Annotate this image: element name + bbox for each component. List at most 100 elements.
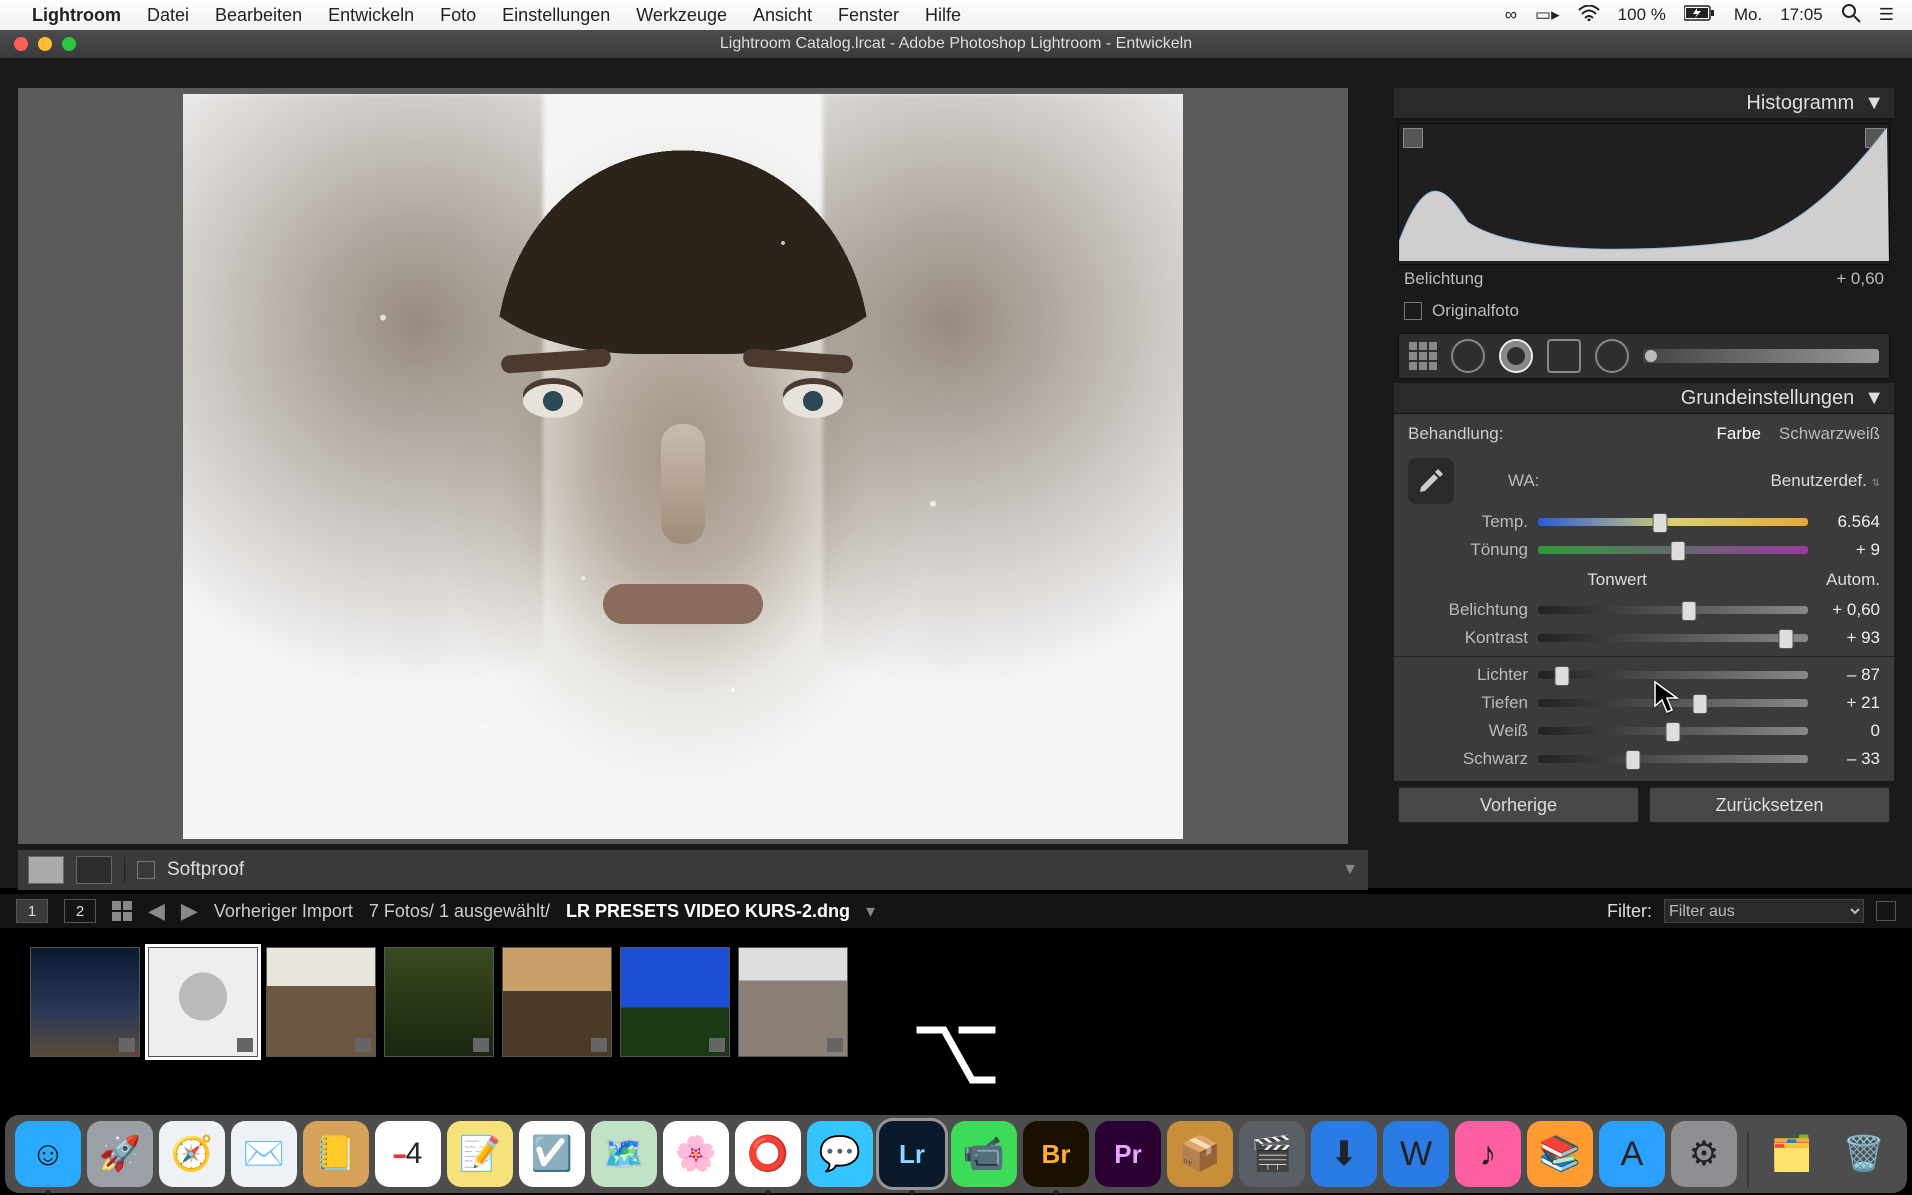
dock-lightroom[interactable]: Lr <box>879 1121 945 1187</box>
radial-filter-tool-icon[interactable] <box>1595 339 1629 373</box>
temp-slider[interactable] <box>1538 518 1808 526</box>
treatment-bw[interactable]: Schwarzweiß <box>1779 424 1880 444</box>
dock-word[interactable]: W <box>1383 1121 1449 1187</box>
minimize-window-button[interactable] <box>38 37 52 51</box>
dock-maps[interactable]: 🗺️ <box>591 1121 657 1187</box>
contrast-slider[interactable] <box>1538 634 1808 642</box>
previous-button[interactable]: Vorherige <box>1398 787 1639 823</box>
app-menu[interactable]: Lightroom <box>32 5 121 26</box>
dock-pkg[interactable]: 📦 <box>1167 1121 1233 1187</box>
temp-value[interactable]: 6.564 <box>1818 512 1880 532</box>
exposure-slider[interactable] <box>1538 606 1808 614</box>
highlights-value[interactable]: – 87 <box>1818 665 1880 685</box>
thumbnail-3[interactable] <box>266 947 376 1057</box>
dock-ibooks[interactable]: 📚 <box>1527 1121 1593 1187</box>
menu-entwickeln[interactable]: Entwickeln <box>328 5 414 26</box>
filter-dropdown[interactable]: Filter aus <box>1664 899 1864 923</box>
thumbnail-4[interactable] <box>384 947 494 1057</box>
dock-appstore[interactable]: A <box>1599 1121 1665 1187</box>
dock-bridge[interactable]: Br <box>1023 1121 1089 1187</box>
menu-bearbeiten[interactable]: Bearbeiten <box>215 5 302 26</box>
thumbnail-2[interactable] <box>148 947 258 1057</box>
whites-slider[interactable] <box>1538 727 1808 735</box>
nav-prev-icon[interactable]: ◀ <box>148 898 165 924</box>
menu-ansicht[interactable]: Ansicht <box>753 5 812 26</box>
secondary-display-1[interactable]: 1 <box>16 899 48 923</box>
original-photo-checkbox[interactable] <box>1404 302 1422 320</box>
dock-preferences[interactable]: ⚙︎ <box>1671 1121 1737 1187</box>
softproof-checkbox[interactable] <box>137 861 155 879</box>
close-window-button[interactable] <box>14 37 28 51</box>
menu-datei[interactable]: Datei <box>147 5 189 26</box>
battery-icon[interactable] <box>1684 5 1716 26</box>
creative-cloud-icon[interactable]: ∞ <box>1505 5 1517 25</box>
dock-launchpad[interactable]: 🚀 <box>87 1121 153 1187</box>
dock-safari[interactable]: 🧭 <box>159 1121 225 1187</box>
dock-notes[interactable]: 📝 <box>447 1121 513 1187</box>
dock-photos[interactable]: 🌸 <box>663 1121 729 1187</box>
dock-mail[interactable]: ✉️ <box>231 1121 297 1187</box>
dock-premiere[interactable]: Pr <box>1095 1121 1161 1187</box>
dock-calendar[interactable]: ▬4 <box>375 1121 441 1187</box>
thumbnail-1[interactable] <box>30 947 140 1057</box>
auto-tone-button[interactable]: Autom. <box>1826 570 1880 590</box>
dock-contacts[interactable]: 📒 <box>303 1121 369 1187</box>
filmstrip-source[interactable]: Vorheriger Import <box>214 901 353 922</box>
dock-dropbox[interactable]: ⬇︎ <box>1311 1121 1377 1187</box>
dock-downloads[interactable]: 🗂️ <box>1759 1121 1825 1187</box>
wifi-icon[interactable] <box>1578 5 1600 26</box>
menu-foto[interactable]: Foto <box>440 5 476 26</box>
highlights-slider[interactable] <box>1538 671 1808 679</box>
menu-werkzeuge[interactable]: Werkzeuge <box>636 5 727 26</box>
contrast-value[interactable]: + 93 <box>1818 628 1880 648</box>
dock-messages[interactable]: 💬 <box>807 1121 873 1187</box>
redeye-tool-icon[interactable] <box>1499 339 1533 373</box>
menu-extras-icon[interactable]: ☰ <box>1879 5 1894 25</box>
before-after-button[interactable] <box>76 856 112 884</box>
spotlight-icon[interactable] <box>1841 3 1861 28</box>
wb-preset-dropdown[interactable]: Benutzerdef. ⇅ <box>1770 471 1880 491</box>
filename-dropdown-icon[interactable]: ▾ <box>866 901 875 922</box>
whites-value[interactable]: 0 <box>1818 721 1880 741</box>
blacks-value[interactable]: – 33 <box>1818 749 1880 769</box>
menu-hilfe[interactable]: Hilfe <box>925 5 961 26</box>
dock-reminders[interactable]: ☑️ <box>519 1121 585 1187</box>
shadows-value[interactable]: + 21 <box>1818 693 1880 713</box>
thumbnail-5[interactable] <box>502 947 612 1057</box>
dock-itunes[interactable]: ♪ <box>1455 1121 1521 1187</box>
shadows-slider[interactable] <box>1538 699 1808 707</box>
photo-stage[interactable] <box>18 88 1348 844</box>
nav-next-icon[interactable]: ▶ <box>181 898 198 924</box>
graduated-filter-tool-icon[interactable] <box>1547 339 1581 373</box>
dock-facetime[interactable]: 📹 <box>951 1121 1017 1187</box>
exposure-value[interactable]: + 0,60 <box>1818 600 1880 620</box>
menu-fenster[interactable]: Fenster <box>838 5 899 26</box>
adjustment-brush-slider[interactable] <box>1643 349 1879 363</box>
filter-lock-icon[interactable] <box>1876 901 1896 921</box>
basic-panel-header[interactable]: Grundeinstellungen ▼ <box>1394 383 1894 414</box>
secondary-display-2[interactable]: 2 <box>64 899 96 923</box>
menu-einstellungen[interactable]: Einstellungen <box>502 5 610 26</box>
airplay-icon[interactable]: ▭▸ <box>1535 5 1560 25</box>
zoom-window-button[interactable] <box>62 37 76 51</box>
tint-value[interactable]: + 9 <box>1818 540 1880 560</box>
dock-finder[interactable]: ☺ <box>15 1121 81 1187</box>
grid-view-icon[interactable] <box>112 901 132 921</box>
wb-eyedropper-tool[interactable] <box>1408 458 1454 504</box>
dock-imovie[interactable]: 🎬 <box>1239 1121 1305 1187</box>
toolbar-dropdown-icon[interactable]: ▼ <box>1342 861 1358 879</box>
dock-chrome[interactable]: ⭕ <box>735 1121 801 1187</box>
histogram-graph[interactable] <box>1398 123 1890 265</box>
dock-trash[interactable]: 🗑️ <box>1831 1121 1897 1187</box>
crop-tool-icon[interactable] <box>1409 342 1437 370</box>
thumbnail-7[interactable] <box>738 947 848 1057</box>
filmstrip-filename[interactable]: LR PRESETS VIDEO KURS-2.dng <box>566 901 850 922</box>
reset-button[interactable]: Zurücksetzen <box>1649 787 1890 823</box>
histogram-panel-header[interactable]: Histogramm ▼ <box>1394 88 1894 119</box>
blacks-slider[interactable] <box>1538 755 1808 763</box>
treatment-color[interactable]: Farbe <box>1716 424 1760 444</box>
thumbnail-6[interactable] <box>620 947 730 1057</box>
loupe-view-button[interactable] <box>28 856 64 884</box>
spot-removal-tool-icon[interactable] <box>1451 339 1485 373</box>
tint-slider[interactable] <box>1538 546 1808 554</box>
